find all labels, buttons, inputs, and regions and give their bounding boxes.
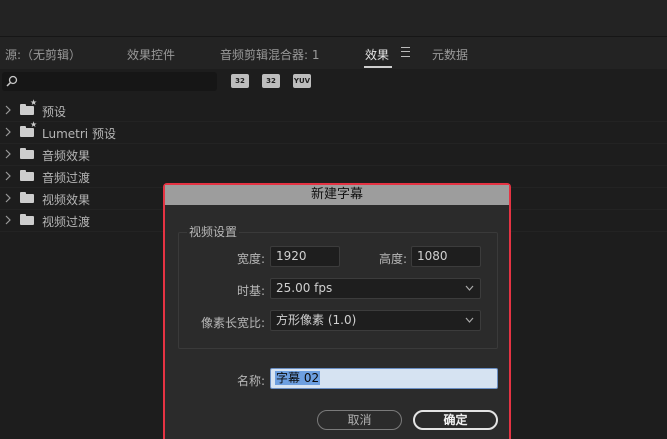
32-bit-icon[interactable]: 32 bbox=[262, 74, 280, 88]
timebase-label: 时基: bbox=[236, 284, 265, 298]
top-panel-strip bbox=[0, 0, 667, 37]
height-field[interactable]: 1080 bbox=[411, 246, 481, 267]
effects-search-input[interactable] bbox=[2, 72, 217, 91]
tab-metadata[interactable]: 元数据 bbox=[432, 46, 468, 63]
tree-item-label: 视频过渡 bbox=[42, 215, 91, 229]
folder-icon bbox=[20, 214, 34, 225]
yuv-icon[interactable]: YUV bbox=[293, 74, 311, 88]
folder-icon bbox=[20, 192, 34, 203]
name-label: 名称: bbox=[236, 374, 265, 388]
chevron-right-icon[interactable] bbox=[3, 126, 13, 138]
chevron-right-icon[interactable] bbox=[3, 192, 13, 204]
tree-item-label: 视频效果 bbox=[42, 193, 91, 207]
tab-source[interactable]: 源:（无剪辑） bbox=[5, 46, 81, 63]
preset-folder-icon bbox=[20, 120, 37, 137]
cancel-button[interactable]: 取消 bbox=[317, 410, 402, 430]
tree-item-presets[interactable]: 预设 bbox=[0, 98, 667, 122]
chevron-down-icon bbox=[465, 317, 474, 323]
tab-effect-controls[interactable]: 效果控件 bbox=[127, 46, 175, 63]
chevron-right-icon[interactable] bbox=[3, 148, 13, 160]
tab-effects[interactable]: 效果 bbox=[365, 46, 389, 63]
tree-item-label: Lumetri 预设 bbox=[42, 127, 116, 141]
dialog-title[interactable]: 新建字幕 bbox=[165, 185, 509, 205]
width-field[interactable]: 1920 bbox=[270, 246, 340, 267]
preset-folder-icon bbox=[20, 98, 37, 115]
tab-audio-clip-mixer[interactable]: 音频剪辑混合器: 1 bbox=[220, 46, 320, 63]
pixel-aspect-ratio-label: 像素长宽比: bbox=[200, 316, 265, 330]
timebase-value: 25.00 fps bbox=[276, 281, 333, 295]
width-label: 宽度: bbox=[236, 252, 265, 266]
chevron-right-icon[interactable] bbox=[3, 214, 13, 226]
active-tab-indicator bbox=[364, 66, 392, 68]
caption-name-field[interactable]: 字幕 02 bbox=[270, 368, 498, 389]
tree-item-lumetri-presets[interactable]: Lumetri 预设 bbox=[0, 120, 667, 144]
tree-item-label: 预设 bbox=[42, 105, 67, 119]
ok-button[interactable]: 确定 bbox=[413, 410, 498, 430]
chevron-right-icon[interactable] bbox=[3, 170, 13, 182]
height-label: 高度: bbox=[378, 252, 407, 266]
chevron-down-icon bbox=[465, 285, 474, 291]
tree-item-label: 音频效果 bbox=[42, 149, 91, 163]
tree-item-audio-effects[interactable]: 音频效果 bbox=[0, 144, 667, 166]
video-settings-title: 视频设置 bbox=[187, 223, 240, 240]
tree-item-label: 音频过渡 bbox=[42, 171, 91, 185]
new-caption-dialog: 新建字幕 视频设置 宽度: 1920 高度: 1080 时基: 25.00 fp… bbox=[163, 183, 511, 439]
search-icon bbox=[6, 75, 18, 87]
accelerated-effects-icon[interactable]: 32 bbox=[231, 74, 249, 88]
panel-tab-bar: 源:（无剪辑） 效果控件 音频剪辑混合器: 1 效果 元数据 bbox=[0, 37, 667, 69]
folder-icon bbox=[20, 170, 34, 181]
caption-name-value: 字幕 02 bbox=[275, 371, 321, 385]
pixel-aspect-ratio-select[interactable]: 方形像素 (1.0) bbox=[270, 310, 481, 331]
pixel-aspect-ratio-value: 方形像素 (1.0) bbox=[276, 313, 357, 327]
panel-menu-icon[interactable] bbox=[401, 47, 410, 57]
folder-icon bbox=[20, 148, 34, 159]
chevron-right-icon[interactable] bbox=[3, 104, 13, 116]
timebase-select[interactable]: 25.00 fps bbox=[270, 278, 481, 299]
